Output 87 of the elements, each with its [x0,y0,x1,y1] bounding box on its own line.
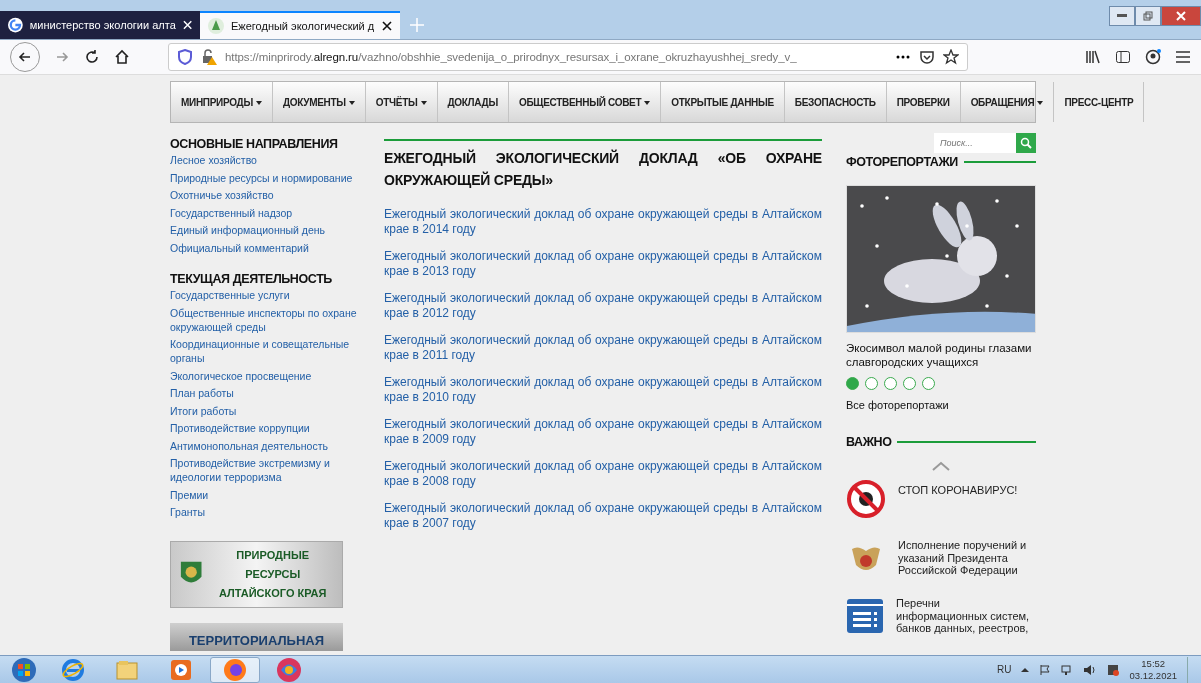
sidebar-link[interactable]: Общественные инспекторы по охране окружающей среды [170,305,370,334]
firefox-icon[interactable] [223,657,247,682]
report-link[interactable]: Ежегодный экологический доклад об охране окружающей среды в Алтайском крае в 2009 году [384,417,822,447]
nav-item[interactable]: ОБРАЩЕНИЯ [960,82,1055,122]
nav-item[interactable]: ОТЧЁТЫ [365,82,438,122]
taskbar-app[interactable] [210,656,260,683]
minimize-icon[interactable] [1117,14,1127,18]
media-player-icon[interactable] [170,658,192,681]
important-link[interactable]: СТОП КОРОНАВИРУС! [898,479,1033,497]
all-photos-link[interactable]: Все фоторепортажи [846,399,1036,411]
browser-tab[interactable]: Ежегодный экологический д [200,11,400,39]
sidebar-link[interactable]: Противодействие коррупции [170,421,370,435]
carousel-dot[interactable] [922,377,935,390]
account-icon[interactable] [1145,49,1161,65]
reload-icon[interactable] [84,49,100,65]
swirl-app-icon[interactable] [276,656,302,683]
photo-caption[interactable]: Экосимвол малой родины глазами славгородских учащихся [846,341,1036,369]
search-icon [1020,137,1032,149]
sidebar-link[interactable]: Государственные услуги [170,288,370,302]
flag-icon[interactable] [1039,663,1052,676]
sidebar-link[interactable]: Официальный комментарий [170,240,370,255]
section-heading: ВАЖНО [846,435,892,449]
search-button[interactable] [1016,133,1036,153]
network-icon[interactable] [1061,663,1074,676]
lock-warning-icon[interactable] [201,49,217,65]
speaker-icon[interactable] [1083,663,1098,676]
restore-icon[interactable] [1143,11,1153,21]
search-field[interactable]: Поиск... [934,133,1016,153]
sidebar-link[interactable]: Экологическое просвещение [170,368,370,383]
star-icon[interactable] [943,49,959,65]
clock-date: 03.12.2021 [1129,669,1177,682]
sidebar-link[interactable]: Координационные и совещательные органы [170,337,370,365]
caret-up-icon[interactable] [1021,665,1030,674]
clock-time: 15:52 [1141,657,1166,670]
nav-item[interactable]: МИНПРИРОДЫ [171,82,273,122]
sidebar-link[interactable]: Охотничье хозяйство [170,188,370,202]
pocket-icon[interactable] [919,49,935,65]
library-icon[interactable] [1085,49,1101,65]
close-icon[interactable] [382,21,392,31]
sidebar-icon[interactable] [1115,49,1131,65]
report-link[interactable]: Ежегодный экологический доклад об охране окружающей среды в Алтайском крае в 2010 году [384,375,822,405]
sidebar-link[interactable]: Премии [170,487,370,502]
google-icon [8,17,23,33]
security-icon[interactable] [1107,663,1120,676]
tree-icon [208,18,224,34]
sidebar-link[interactable]: Природные ресурсы и нормирование [170,170,370,185]
carousel-dot[interactable] [846,377,859,390]
nav-item[interactable]: ПРОВЕРКИ [886,82,961,122]
nav-item[interactable]: ДОКЛАДЫ [437,82,509,122]
sidebar-link[interactable]: Антимонопольная деятельность [170,438,370,453]
list-icon [846,597,884,635]
page-title: ЕЖЕГОДНЫЙ ЭКОЛОГИЧЕСКИЙ ДОКЛАД «ОБ ОХРАНЕ ОКРУЖАЮЩЕЙ СРЕДЫ» [384,148,822,190]
shield-icon[interactable] [177,49,193,65]
section-heading: ТЕКУЩАЯ ДЕЯТЕЛЬНОСТЬ [170,272,333,286]
nav-item[interactable]: ДОКУМЕНТЫ [272,82,366,122]
report-link[interactable]: Ежегодный экологический доклад об охране окружающей среды в Алтайском крае в 2008 году [384,459,822,489]
browser-tab[interactable]: министерство экологии алта [0,11,200,39]
browser-e-icon[interactable] [61,657,85,682]
sidebar-link[interactable]: Единый информационный день [170,223,370,237]
sidebar-link[interactable]: Итоги работы [170,403,370,418]
carousel-dot[interactable] [903,377,916,390]
report-link[interactable]: Ежегодный экологический доклад об охране окружающей среды в Алтайском крае в 2007 году [384,501,822,531]
virus-prohibited-icon [846,479,886,519]
report-link[interactable]: Ежегодный экологический доклад об охране окружающей среды в Алтайском крае в 2014 году [384,207,822,237]
carousel-dot[interactable] [884,377,897,390]
language-indicator[interactable]: RU [997,664,1012,675]
nav-item[interactable]: БЕЗОПАСНОСТЬ [784,82,887,122]
sidebar-link[interactable]: Государственный надзор [170,205,370,220]
nav-item[interactable]: ПРЕСС-ЦЕНТР [1054,82,1145,122]
carousel-dot[interactable] [865,377,878,390]
report-link[interactable]: Ежегодный экологический доклад об охране окружающей среды в Алтайском крае в 2013 году [384,249,822,279]
sidebar-link[interactable]: План работы [170,386,370,400]
home-icon[interactable] [114,49,130,65]
nav-item[interactable]: ОБЩЕСТВЕННЫЙ СОВЕТ [508,82,662,122]
section-heading: ОСНОВНЫЕ НАПРАВЛЕНИЯ [170,137,339,151]
important-link[interactable]: Перечни информационных систем, банков данных, реестров, [896,597,1031,635]
nav-item[interactable]: ОТКРЫТЫЕ ДАННЫЕ [661,82,785,122]
sidebar-link[interactable]: Гранты [170,505,370,519]
important-link[interactable]: Исполнение поручений и указаний Президента Российской Федерации [898,539,1033,577]
resources-banner[interactable]: ПРИРОДНЫЕ РЕСУРСЫ АЛТАЙСКОГО КРАЯ [170,540,343,608]
report-link[interactable]: Ежегодный экологический доклад об охране окружающей среды в Алтайском крае в 2012 году [384,291,822,321]
sidebar-link[interactable]: Лесное хозяйство [170,153,370,167]
territorial-banner[interactable]: ТЕРРИТОРИАЛЬНАЯ [170,622,343,651]
menu-icon[interactable] [1175,49,1191,65]
section-heading: ФОТОРЕПОРТАЖИ [846,155,958,169]
sidebar-link[interactable]: Противодействие экстремизму и идеологии терроризма [170,456,370,484]
report-link[interactable]: Ежегодный экологический доклад об охране окружающей среды в Алтайском крае в 2011 году [384,333,822,363]
